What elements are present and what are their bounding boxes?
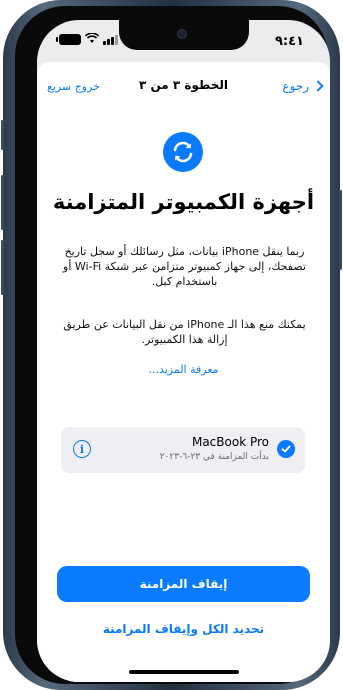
power-button xyxy=(339,190,342,270)
back-label: رجوع xyxy=(282,79,309,93)
sync-sheet: خروج سريع الخطوة ٣ من ٣ رجوع أجهزة الكمب… xyxy=(37,62,330,682)
info-icon[interactable]: i xyxy=(73,440,91,458)
description-paragraph: ربما ينقل iPhone بيانات، مثل رسائلك أو س… xyxy=(63,245,306,288)
mute-switch xyxy=(1,120,4,150)
volume-down-button xyxy=(1,240,4,295)
phone-bezel: . ٩:٤١ خروج سريع الخطوة ٣ من ٣ رجوع xyxy=(15,6,330,684)
checkmark-icon[interactable] xyxy=(277,440,295,458)
page-title: أجهزة الكمبيوتر المتزامنة xyxy=(52,190,315,214)
status-icons: . xyxy=(56,32,125,46)
battery-icon xyxy=(56,34,81,45)
sync-icon xyxy=(163,132,203,172)
quick-exit-button[interactable]: خروج سريع xyxy=(47,80,100,93)
signal-icon xyxy=(103,34,118,45)
device-row[interactable]: i MacBook Pro بدأت المزامنة في ٢٣-٦-٢٠٢٣ xyxy=(61,427,305,473)
stop-sync-button[interactable]: إيقاف المزامنة xyxy=(57,566,310,602)
select-all-stop-sync-button[interactable]: تحديد الكل وإيقاف المزامنة xyxy=(37,622,330,636)
status-time: ٩:٤١ xyxy=(274,34,304,49)
device-name: MacBook Pro xyxy=(191,435,269,449)
notch xyxy=(119,20,249,50)
learn-more-link[interactable]: معرفة المزيد... xyxy=(37,363,330,376)
screen: . ٩:٤١ خروج سريع الخطوة ٣ من ٣ رجوع xyxy=(37,20,330,682)
chevron-right-icon xyxy=(312,80,324,92)
nav-bar: خروج سريع الخطوة ٣ من ٣ رجوع xyxy=(37,78,330,98)
device-sync-date: بدأت المزامنة في ٢٣-٦-٢٠٢٣ xyxy=(159,452,269,462)
home-indicator[interactable] xyxy=(129,670,239,674)
front-camera xyxy=(177,29,187,39)
phone-frame: . ٩:٤١ خروج سريع الخطوة ٣ من ٣ رجوع xyxy=(1,0,342,690)
step-label: الخطوة ٣ من ٣ xyxy=(139,78,228,92)
remove-computer-paragraph: يمكنك منع هذا الـ iPhone من نقل البيانات… xyxy=(63,318,306,346)
back-button[interactable]: رجوع xyxy=(282,79,324,93)
volume-up-button xyxy=(1,175,4,230)
wifi-icon xyxy=(84,32,100,46)
